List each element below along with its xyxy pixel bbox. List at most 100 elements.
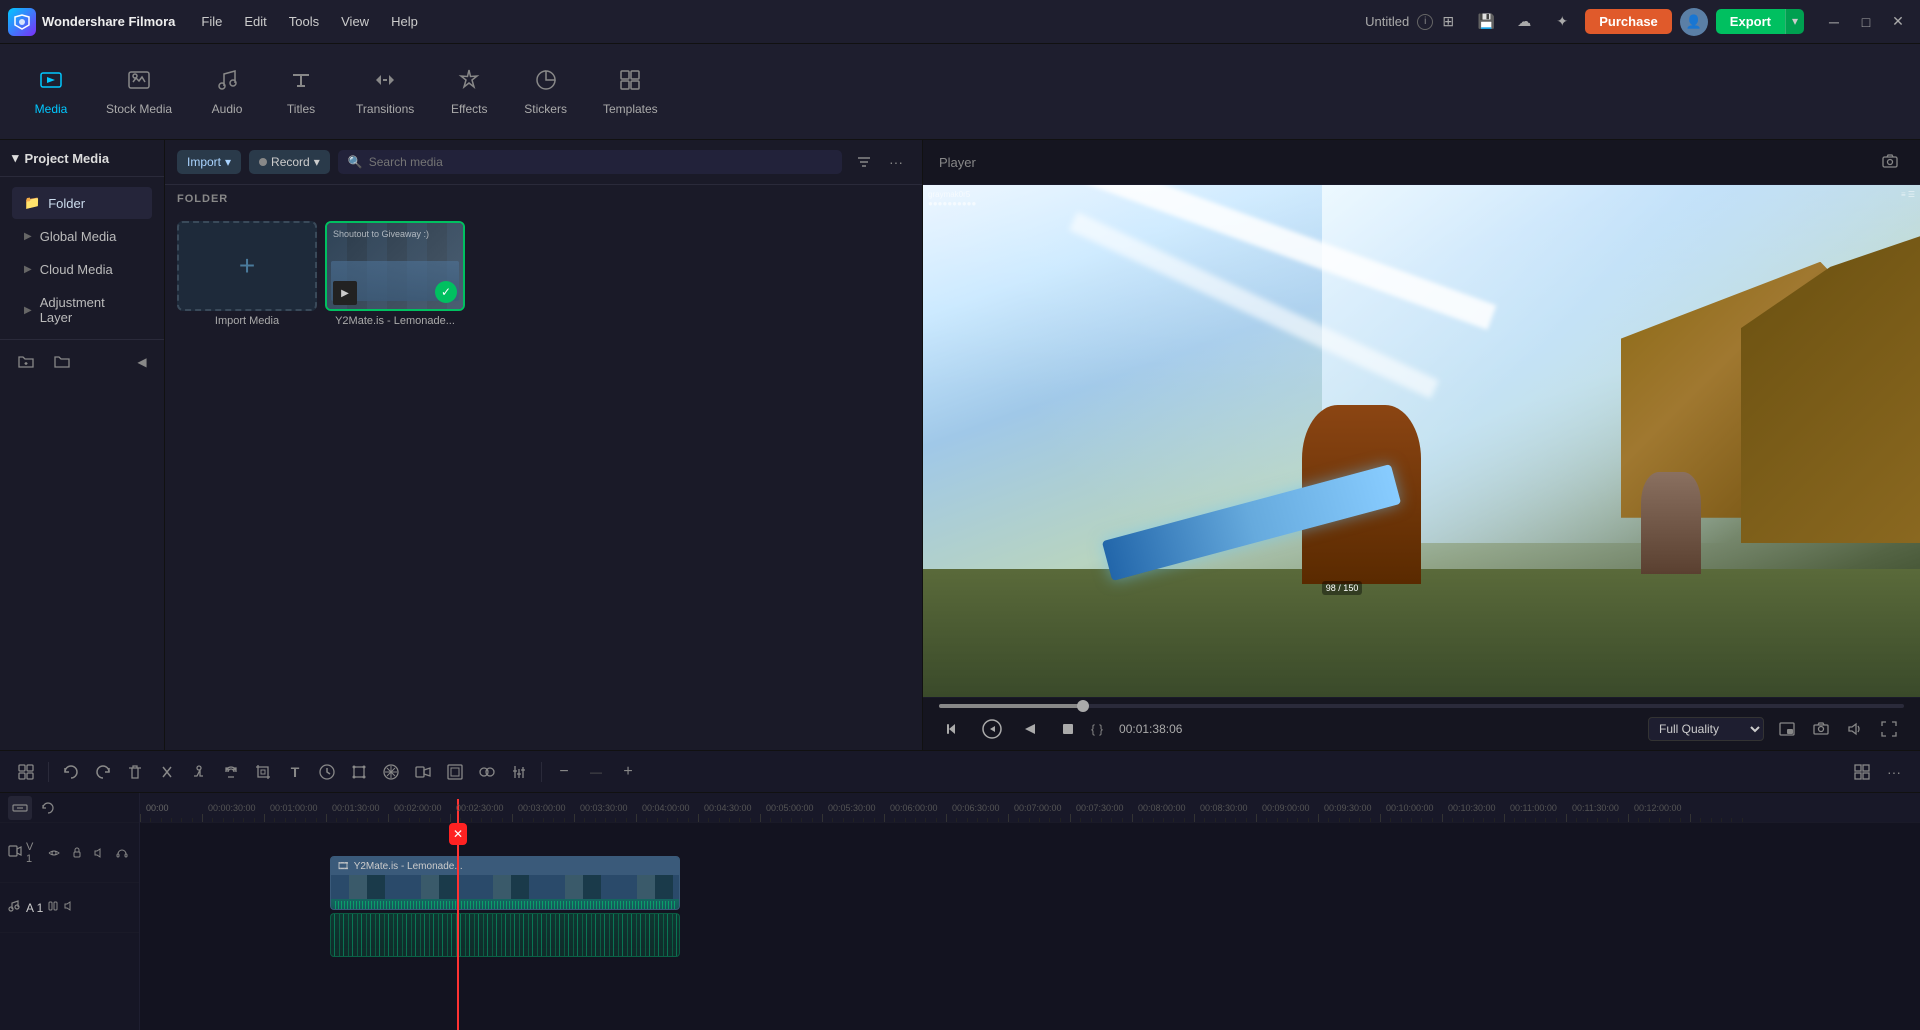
toolbar-templates[interactable]: Templates bbox=[587, 60, 674, 124]
search-input[interactable] bbox=[369, 155, 832, 169]
multicam-button[interactable] bbox=[409, 758, 437, 786]
new-folder-button[interactable] bbox=[12, 348, 40, 376]
toolbar-audio[interactable]: Audio bbox=[192, 60, 262, 124]
open-folder-button[interactable] bbox=[48, 348, 76, 376]
sync-button[interactable] bbox=[36, 796, 60, 820]
save-project-icon[interactable]: 💾 bbox=[1471, 7, 1501, 37]
zoom-out-button[interactable]: − bbox=[550, 758, 578, 786]
toolbar-transitions[interactable]: Transitions bbox=[340, 60, 430, 124]
playhead-head[interactable]: ✕ bbox=[449, 823, 467, 845]
toolbar-effects[interactable]: Effects bbox=[434, 60, 504, 124]
sidebar-item-adjustment-layer[interactable]: ▶ Adjustment Layer bbox=[12, 287, 152, 333]
menu-tools[interactable]: Tools bbox=[279, 10, 329, 33]
titlebar: Wondershare Filmora File Edit Tools View… bbox=[0, 0, 1920, 44]
record-dropdown-icon: ▾ bbox=[314, 155, 320, 169]
progress-handle[interactable] bbox=[1077, 700, 1089, 712]
transform-button[interactable] bbox=[345, 758, 373, 786]
camera-button[interactable] bbox=[1806, 714, 1836, 744]
purchase-button[interactable]: Purchase bbox=[1585, 9, 1672, 34]
menu-edit[interactable]: Edit bbox=[234, 10, 276, 33]
undo-button[interactable] bbox=[57, 758, 85, 786]
maximize-button[interactable]: □ bbox=[1852, 8, 1880, 36]
media-item-video[interactable]: Shoutout to Giveaway :) ▶ ✓ Y2Mate.is - … bbox=[325, 221, 465, 742]
video-track-mute-button[interactable] bbox=[90, 843, 108, 863]
import-label: Import bbox=[187, 155, 221, 169]
media-panel: Import ▾ Record ▾ 🔍 ··· bbox=[165, 140, 923, 750]
more-options-button[interactable]: ··· bbox=[1880, 758, 1908, 786]
stop-button[interactable] bbox=[1053, 714, 1083, 744]
audio-track-mute-button[interactable] bbox=[63, 900, 75, 915]
audio-track-fold-button[interactable] bbox=[47, 900, 59, 915]
freeze-button[interactable] bbox=[377, 758, 405, 786]
compound-button[interactable] bbox=[441, 758, 469, 786]
close-button[interactable]: ✕ bbox=[1884, 8, 1912, 36]
magnet-button[interactable] bbox=[217, 758, 245, 786]
player-controls: { } 00:01:38:06 Full Quality Half Qualit… bbox=[923, 697, 1920, 750]
more-options-icon[interactable]: ··· bbox=[882, 148, 910, 176]
quality-select[interactable]: Full Quality Half Quality Quarter Qualit… bbox=[1648, 717, 1764, 741]
add-track-button[interactable] bbox=[8, 796, 32, 820]
audio-track-icon bbox=[8, 899, 22, 916]
menu-help[interactable]: Help bbox=[381, 10, 428, 33]
picture-in-picture-button[interactable] bbox=[1772, 714, 1802, 744]
sidebar-global-media-label: Global Media bbox=[40, 229, 117, 244]
minimize-button[interactable]: ─ bbox=[1820, 8, 1848, 36]
ai-cutout-button[interactable] bbox=[473, 758, 501, 786]
player-screenshot-icon[interactable] bbox=[1876, 148, 1904, 176]
progress-bar[interactable] bbox=[939, 704, 1904, 708]
zoom-in-button[interactable]: + bbox=[614, 758, 642, 786]
import-media-item[interactable]: + Import Media bbox=[177, 221, 317, 742]
crop-button[interactable] bbox=[249, 758, 277, 786]
audio-detach-button[interactable] bbox=[185, 758, 213, 786]
sidebar-item-cloud-media[interactable]: ▶ Cloud Media bbox=[12, 254, 152, 285]
sidebar-bottom: ◀ bbox=[0, 339, 164, 384]
sidebar-item-folder[interactable]: 📁 Folder bbox=[12, 187, 152, 219]
app-name: Wondershare Filmora bbox=[42, 14, 175, 29]
cut-button[interactable] bbox=[153, 758, 181, 786]
play-button[interactable] bbox=[1015, 714, 1045, 744]
timeline-left-controls bbox=[0, 793, 139, 823]
timeline-tracks[interactable]: 00:00 00:00:30:00 00:01:00:00 00:01:30:0… bbox=[140, 793, 1920, 1030]
volume-button[interactable] bbox=[1840, 714, 1870, 744]
app-logo: Wondershare Filmora bbox=[8, 8, 175, 36]
video-clip[interactable]: 🎞 Y2Mate.is - Lemonade... bbox=[330, 856, 680, 910]
toolbar-titles-label: Titles bbox=[287, 102, 315, 116]
fullscreen-button[interactable] bbox=[1874, 714, 1904, 744]
speed-button[interactable] bbox=[313, 758, 341, 786]
audio-mixer-button[interactable] bbox=[505, 758, 533, 786]
timeline-settings-button[interactable] bbox=[12, 758, 40, 786]
audio-clip[interactable] bbox=[330, 913, 680, 957]
filter-icon[interactable] bbox=[850, 148, 878, 176]
user-avatar[interactable]: 👤 bbox=[1680, 8, 1708, 36]
clip-header: 🎞 Y2Mate.is - Lemonade... bbox=[331, 857, 679, 875]
record-button[interactable]: Record ▾ bbox=[249, 150, 330, 174]
menu-view[interactable]: View bbox=[331, 10, 379, 33]
playhead[interactable]: ✕ bbox=[457, 823, 459, 1030]
redo-button[interactable] bbox=[89, 758, 117, 786]
video-track-eye-button[interactable] bbox=[45, 843, 63, 863]
sidebar-collapse-button[interactable]: ◀ bbox=[132, 352, 152, 372]
toolbar-titles[interactable]: Titles bbox=[266, 60, 336, 124]
menu-file[interactable]: File bbox=[191, 10, 232, 33]
export-dropdown-button[interactable]: ▾ bbox=[1785, 9, 1804, 34]
sidebar-project-media[interactable]: ▾ Project Media bbox=[0, 140, 164, 177]
ai-tools-icon[interactable]: ✦ bbox=[1547, 7, 1577, 37]
step-back-button[interactable] bbox=[939, 714, 969, 744]
delete-button[interactable] bbox=[121, 758, 149, 786]
video-track-lock-button[interactable] bbox=[68, 843, 86, 863]
cloud-upload-icon[interactable]: ☁ bbox=[1509, 7, 1539, 37]
export-button[interactable]: Export bbox=[1716, 9, 1785, 34]
toolbar-templates-label: Templates bbox=[603, 102, 658, 116]
play-frame-back-button[interactable] bbox=[977, 714, 1007, 744]
toolbar-stickers[interactable]: Stickers bbox=[508, 60, 583, 124]
import-button[interactable]: Import ▾ bbox=[177, 150, 241, 174]
text-button[interactable]: T bbox=[281, 758, 309, 786]
sidebar-item-global-media[interactable]: ▶ Global Media bbox=[12, 221, 152, 252]
layout-icon[interactable]: ⊞ bbox=[1433, 7, 1463, 37]
toolbar-stock-media[interactable]: Stock Media bbox=[90, 60, 188, 124]
video-track: 🎞 Y2Mate.is - Lemonade... bbox=[140, 853, 1920, 913]
toolbar-media[interactable]: Media bbox=[16, 60, 86, 124]
grid-view-button[interactable] bbox=[1848, 758, 1876, 786]
video-track-headphone-button[interactable] bbox=[113, 843, 131, 863]
media-toolbar: Import ▾ Record ▾ 🔍 ··· bbox=[165, 140, 922, 185]
